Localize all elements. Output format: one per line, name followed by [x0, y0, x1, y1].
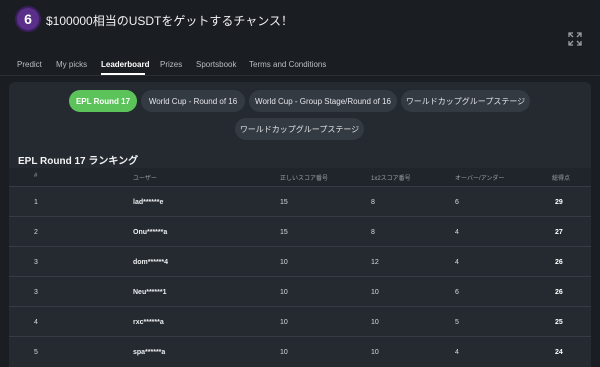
- 1x2-score-cell: 10: [371, 349, 379, 356]
- filter-world-cup-round-16[interactable]: World Cup - Round of 16: [141, 90, 245, 112]
- filter-epl-round-17[interactable]: EPL Round 17: [69, 90, 137, 112]
- column-rank: #: [34, 173, 38, 179]
- logo-icon: 6: [17, 8, 39, 30]
- over-under-cell: 6: [455, 289, 459, 296]
- total-cell: 27: [555, 229, 563, 236]
- user-cell: Neu******1: [133, 289, 167, 296]
- header: 6 $100000相当のUSDTをゲットするチャンス！: [0, 0, 600, 38]
- correct-score-cell: 10: [280, 289, 288, 296]
- table-row: 5 spa******a 10 10 4 24: [9, 336, 591, 366]
- user-cell: dom******4: [133, 259, 169, 266]
- total-cell: 25: [555, 319, 563, 326]
- total-cell: 24: [555, 349, 563, 356]
- active-tab-indicator: [101, 73, 145, 75]
- table-row: 2 Onu******a 15 8 4 27: [9, 216, 591, 246]
- over-under-cell: 6: [455, 199, 459, 206]
- tab-predict[interactable]: Predict: [17, 60, 42, 69]
- total-cell: 29: [555, 199, 563, 206]
- tab-sportsbook[interactable]: Sportsbook: [196, 60, 236, 69]
- correct-score-cell: 10: [280, 319, 288, 326]
- 1x2-score-cell: 10: [371, 289, 379, 296]
- correct-score-cell: 15: [280, 199, 288, 206]
- column-total: 総得点: [552, 176, 571, 182]
- over-under-cell: 5: [455, 319, 459, 326]
- table-row: 1 lad******e 15 8 6 29: [9, 186, 591, 216]
- correct-score-cell: 10: [280, 349, 288, 356]
- 1x2-score-cell: 8: [371, 229, 375, 236]
- column-user: ユーザー: [133, 176, 157, 182]
- rank-cell: 4: [34, 319, 38, 326]
- column-correct-score: 正しいスコア番号: [280, 176, 329, 182]
- leaderboard-title: EPL Round 17 ランキング: [18, 156, 139, 167]
- table-row: 4 rxc******a 10 10 5 25: [9, 306, 591, 336]
- user-cell: spa******a: [133, 349, 166, 356]
- table-row: 3 dom******4 10 12 4 26: [9, 246, 591, 276]
- correct-score-cell: 10: [280, 259, 288, 266]
- expand-icon[interactable]: [568, 32, 582, 46]
- rank-cell: 3: [34, 259, 38, 266]
- filter-world-cup-group-stage-jp[interactable]: ワールドカップグループステージ: [401, 90, 530, 112]
- rank-cell: 3: [34, 289, 38, 296]
- total-cell: 26: [555, 289, 563, 296]
- over-under-cell: 4: [455, 229, 459, 236]
- tab-terms[interactable]: Terms and Conditions: [249, 60, 326, 69]
- table-row: 3 Neu******1 10 10 6 26: [9, 276, 591, 306]
- 1x2-score-cell: 8: [371, 199, 375, 206]
- user-cell: Onu******a: [133, 229, 168, 236]
- filter-world-cup-group-stage-jp-2[interactable]: ワールドカップグループステージ: [235, 118, 364, 140]
- tab-prizes[interactable]: Prizes: [160, 60, 182, 69]
- rank-cell: 1: [34, 199, 38, 206]
- over-under-cell: 4: [455, 349, 459, 356]
- tab-bar: Predict My picks Leaderboard Prizes Spor…: [0, 56, 600, 76]
- 1x2-score-cell: 12: [371, 259, 379, 266]
- 1x2-score-cell: 10: [371, 319, 379, 326]
- tab-leaderboard[interactable]: Leaderboard: [101, 60, 149, 69]
- page-title: $100000相当のUSDTをゲットするチャンス！: [46, 14, 294, 28]
- user-cell: lad******e: [133, 199, 164, 206]
- correct-score-cell: 15: [280, 229, 288, 236]
- rank-cell: 5: [34, 349, 38, 356]
- column-over-under: オーバー/アンダー: [455, 176, 505, 182]
- over-under-cell: 4: [455, 259, 459, 266]
- table-header: # ユーザー 正しいスコア番号 1x2スコア番号 オーバー/アンダー 総得点: [9, 168, 591, 186]
- rank-cell: 2: [34, 229, 38, 236]
- filter-world-cup-group-stage-round-16[interactable]: World Cup - Group Stage/Round of 16: [249, 90, 397, 112]
- total-cell: 26: [555, 259, 563, 266]
- user-cell: rxc******a: [133, 319, 164, 326]
- tab-my-picks[interactable]: My picks: [56, 60, 87, 69]
- column-1x2-score: 1x2スコア番号: [371, 176, 411, 182]
- leaderboard-table: # ユーザー 正しいスコア番号 1x2スコア番号 オーバー/アンダー 総得点 1…: [9, 168, 591, 366]
